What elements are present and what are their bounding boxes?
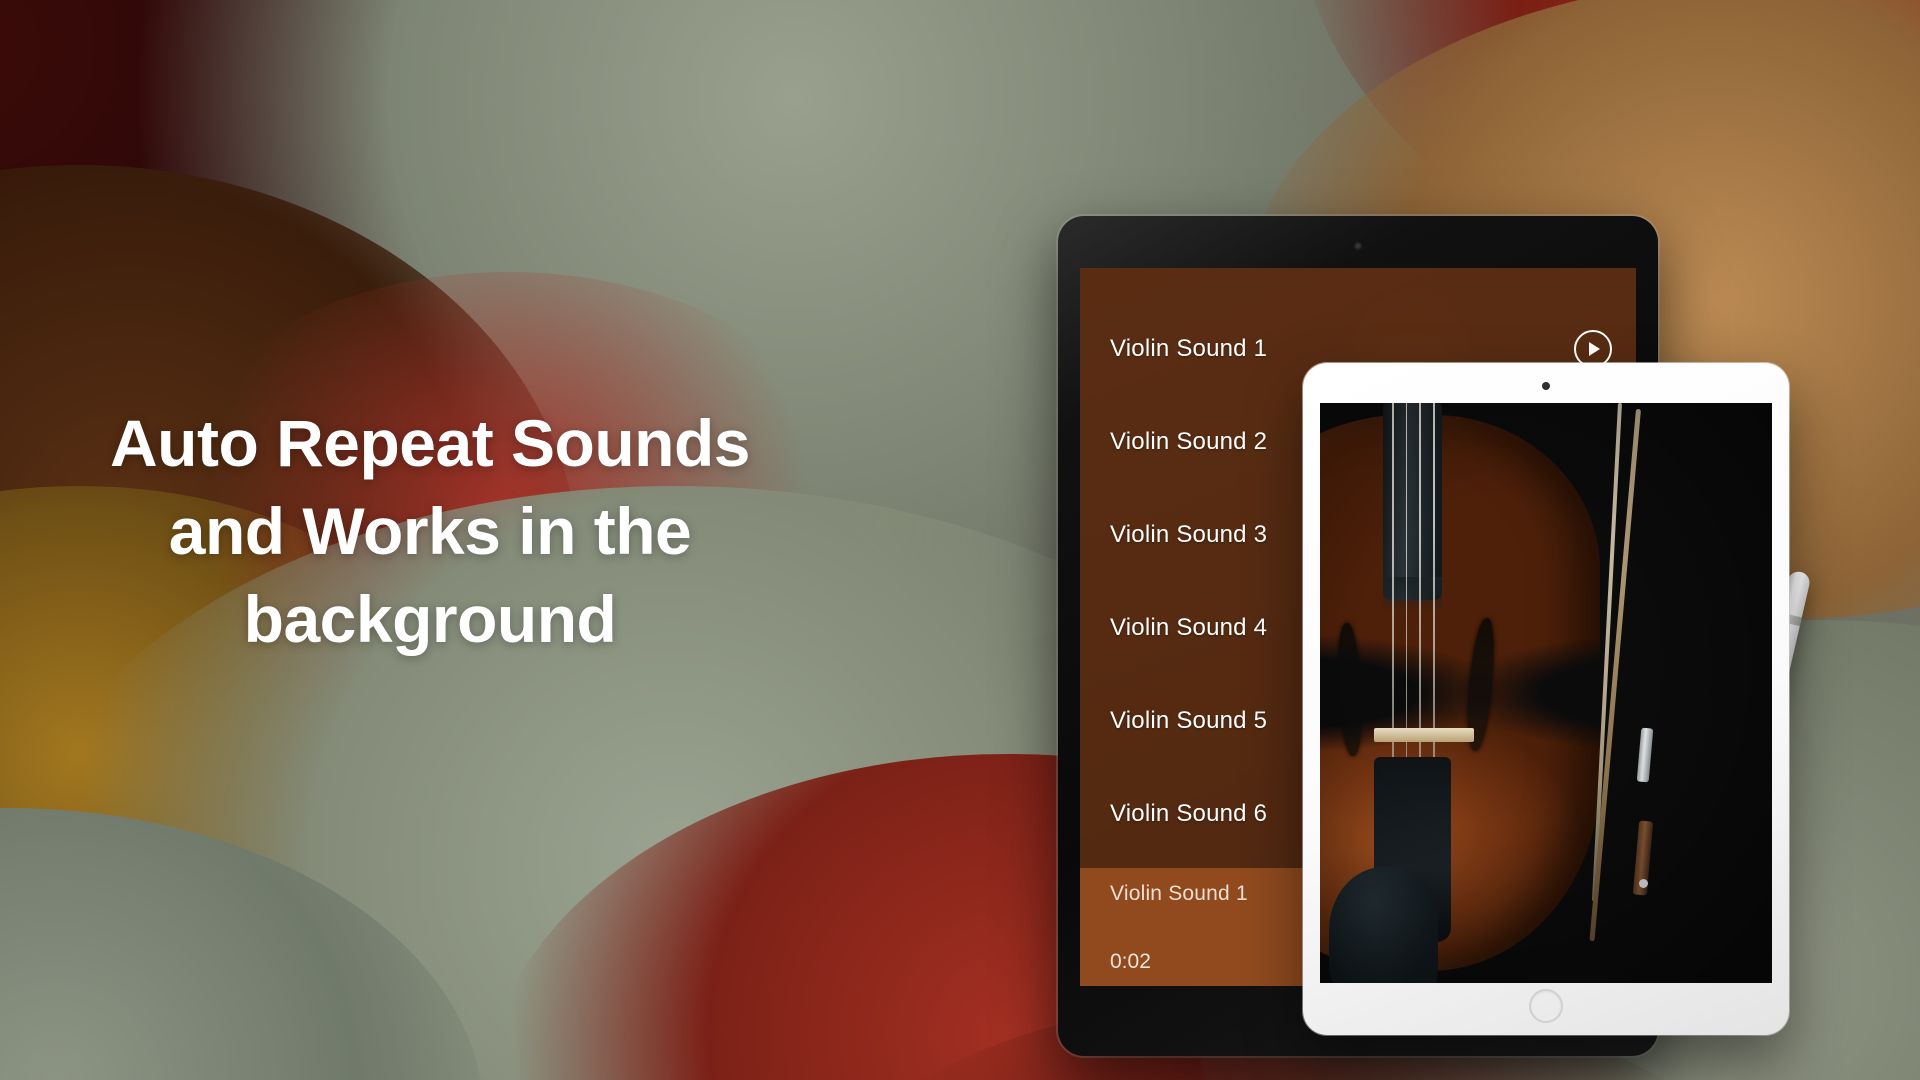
home-button-icon[interactable]	[1529, 989, 1563, 1023]
white-tablet-device	[1303, 363, 1789, 1035]
track-label: Violin Sound 1	[1110, 334, 1268, 362]
headline-text: Auto Repeat Sounds and Works in the back…	[109, 406, 751, 656]
violin-photograph	[1320, 403, 1772, 983]
camera-dot-icon	[1542, 382, 1550, 390]
play-circle-icon[interactable]	[1574, 329, 1612, 368]
white-tablet-screen	[1320, 403, 1772, 983]
elapsed-time: 0:02	[1110, 950, 1151, 973]
promo-banner: Auto Repeat Sounds and Works in the back…	[0, 0, 1920, 1080]
photo-vignette	[1320, 403, 1772, 983]
camera-dot-icon	[1354, 242, 1362, 250]
